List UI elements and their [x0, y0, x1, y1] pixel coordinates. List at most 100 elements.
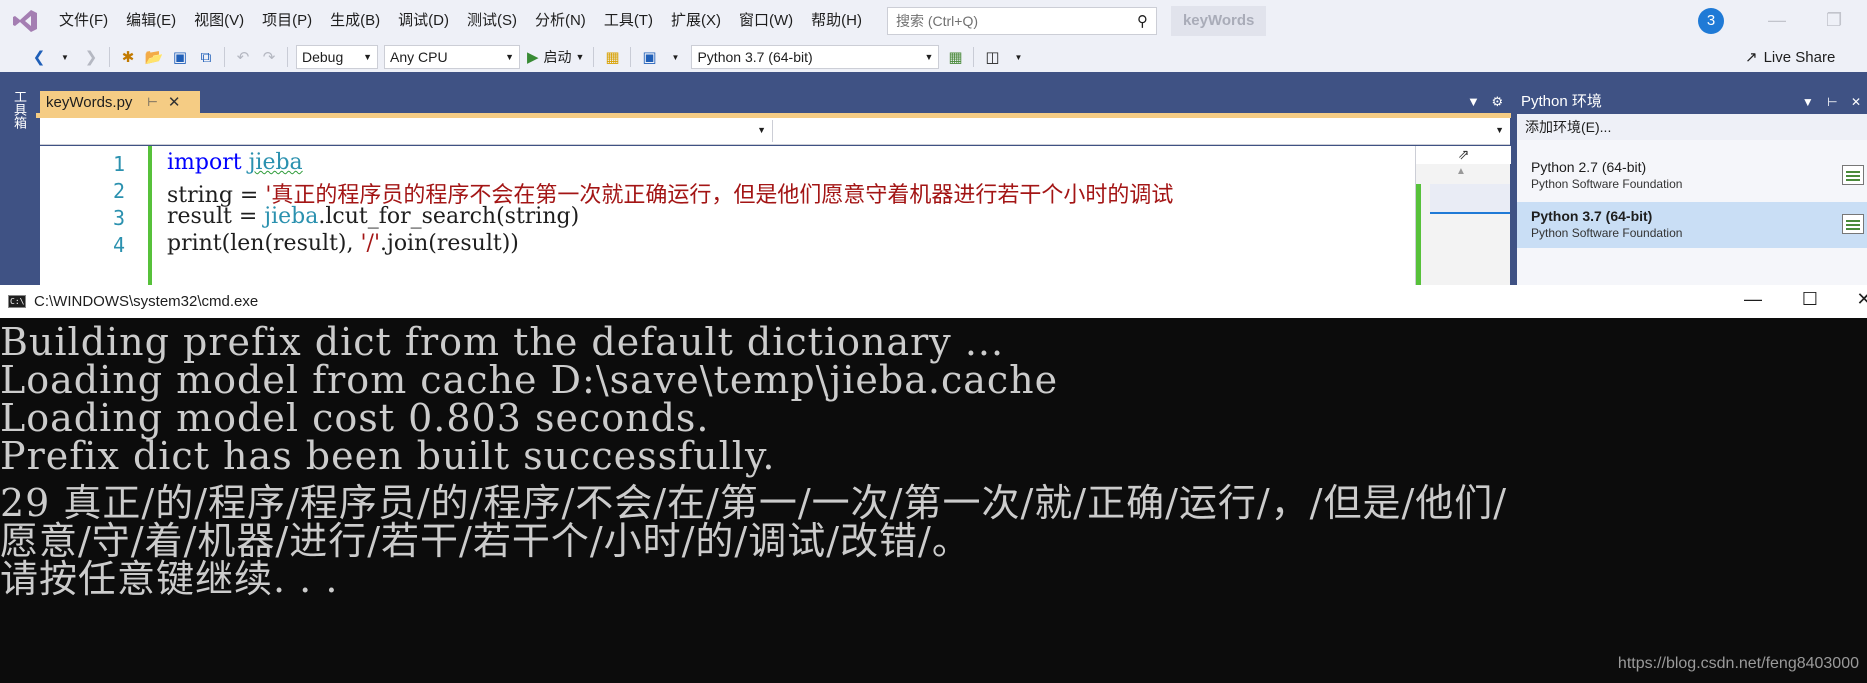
code-text: .lcut_for_search(string): [318, 204, 580, 229]
toolbar-separator: [593, 47, 595, 67]
platform-dropdown[interactable]: Any CPU ▼: [384, 45, 520, 69]
environment-item[interactable]: Python 2.7 (64-bit) Python Software Foun…: [1517, 153, 1867, 199]
vs-minimize-button[interactable]: —: [1768, 10, 1786, 31]
close-icon[interactable]: ✕: [1851, 95, 1861, 109]
menu-edit[interactable]: 编辑(E): [117, 0, 185, 42]
toolbar-separator: [973, 47, 975, 67]
cmd-window: C:\ C:\WINDOWS\system32\cmd.exe — ☐ ✕ Bu…: [0, 285, 1867, 683]
save-all-icon[interactable]: ⧉: [195, 46, 217, 68]
member-dropdown[interactable]: ▼: [775, 120, 1510, 142]
environment-item-selected[interactable]: Python 3.7 (64-bit) Python Software Foun…: [1517, 202, 1867, 248]
watermark-text: https://blog.csdn.net/feng8403000: [1617, 655, 1859, 672]
menu-analyze[interactable]: 分析(N): [526, 0, 595, 42]
chevron-down-icon: ▼: [757, 125, 766, 135]
new-project-icon[interactable]: ✱: [117, 46, 139, 68]
attach-icon[interactable]: ▦: [601, 46, 623, 68]
menu-file[interactable]: 文件(F): [50, 0, 117, 42]
pin-icon[interactable]: ⊢: [147, 95, 157, 109]
tab-label: keyWords.py: [46, 93, 133, 111]
menu-project[interactable]: 项目(P): [253, 0, 321, 42]
python-package-icon[interactable]: ▦: [944, 46, 966, 68]
menu-tools[interactable]: 工具(T): [595, 0, 662, 42]
browser-link-icon[interactable]: ▣: [638, 46, 660, 68]
platform-value: Any CPU: [390, 49, 448, 65]
environment-details-icon[interactable]: [1842, 214, 1864, 234]
cmd-title-bar[interactable]: C:\ C:\WINDOWS\system32\cmd.exe — ☐ ✕: [0, 285, 1867, 318]
menu-view[interactable]: 视图(V): [185, 0, 253, 42]
change-indicator-bar: [1416, 184, 1421, 290]
console-output[interactable]: Building prefix dict from the default di…: [0, 318, 1867, 683]
menu-window[interactable]: 窗口(W): [730, 0, 802, 42]
live-share-button[interactable]: ↗ Live Share: [1745, 48, 1836, 67]
open-folder-icon[interactable]: 📂: [143, 46, 165, 68]
code-editor[interactable]: 1 2 3 4 import jieba string = '真正的程序员的程序…: [40, 146, 1415, 290]
start-button[interactable]: ▶ 启动 ▼: [527, 47, 584, 67]
menu-test[interactable]: 测试(S): [458, 0, 526, 42]
scroll-up-icon[interactable]: ▲: [1456, 166, 1466, 177]
environment-name: Python 3.7 (64-bit): [1531, 208, 1653, 224]
menu-build[interactable]: 生成(B): [321, 0, 389, 42]
pin-icon[interactable]: ⊢: [1827, 95, 1837, 109]
panel-title: Python 环境: [1521, 93, 1602, 110]
forward-icon[interactable]: ❯: [80, 46, 102, 68]
configuration-value: Debug: [302, 49, 344, 65]
python-environment-value: Python 3.7 (64-bit): [697, 49, 813, 65]
dropdown-arrow-icon[interactable]: ▼: [54, 46, 76, 68]
cmd-window-title: C:\WINDOWS\system32\cmd.exe: [34, 293, 259, 310]
menu-extensions[interactable]: 扩展(X): [662, 0, 730, 42]
chevron-down-icon[interactable]: ▼: [1802, 95, 1814, 109]
close-icon[interactable]: ✕: [168, 93, 181, 111]
console-line: 请按任意键继续. . .: [0, 557, 339, 601]
module-name: jieba: [248, 150, 303, 175]
module-name: jieba: [264, 204, 319, 229]
code-line-1: import jieba: [167, 150, 303, 175]
toolbox-tab[interactable]: 工具箱: [10, 90, 29, 129]
menu-debug[interactable]: 调试(D): [389, 0, 458, 42]
cmd-maximize-button[interactable]: ☐: [1790, 289, 1830, 310]
notification-badge[interactable]: 3: [1698, 8, 1724, 34]
search-icon[interactable]: ⚲: [1137, 12, 1148, 30]
back-icon[interactable]: ❮: [28, 46, 50, 68]
split-handle-icon[interactable]: ⇗: [1416, 146, 1511, 164]
dropdown-arrow-icon[interactable]: ▼: [1007, 46, 1029, 68]
chevron-down-icon: ▼: [505, 52, 514, 62]
visual-studio-logo-icon[interactable]: [0, 0, 50, 42]
standard-toolbar: ❮ ▼ ❯ ✱ 📂 ▣ ⧉ ↶ ↷ Debug ▼ Any CPU ▼ ▶ 启动: [0, 42, 1867, 72]
start-label: 启动: [543, 49, 572, 65]
dropdown-arrow-icon[interactable]: ▼: [664, 46, 686, 68]
solution-title: keyWords: [1170, 6, 1267, 36]
share-icon: ↗: [1745, 49, 1758, 66]
code-line-4: print(len(result), '/'.join(result)): [167, 231, 519, 256]
environment-vendor: Python Software Foundation: [1531, 177, 1683, 191]
line-number-gutter: 1 2 3 4: [40, 146, 145, 290]
chevron-down-icon: ▼: [924, 52, 934, 62]
configuration-dropdown[interactable]: Debug ▼: [296, 45, 378, 69]
layout-icon[interactable]: ◫: [981, 46, 1003, 68]
redo-icon[interactable]: ↷: [258, 46, 280, 68]
undo-icon[interactable]: ↶: [232, 46, 254, 68]
menu-help[interactable]: 帮助(H): [802, 0, 871, 42]
scrollbar-map[interactable]: ⇗ ▲: [1415, 146, 1511, 290]
type-dropdown[interactable]: ▼: [40, 120, 773, 142]
chevron-down-icon: ▼: [575, 52, 585, 62]
menu-bar: 文件(F) 编辑(E) 视图(V) 项目(P) 生成(B) 调试(D) 测试(S…: [0, 0, 1867, 42]
play-icon: ▶: [527, 49, 539, 66]
cmd-close-button[interactable]: ✕: [1844, 289, 1867, 310]
search-input[interactable]: [895, 13, 1116, 29]
save-icon[interactable]: ▣: [169, 46, 191, 68]
vs-restore-button[interactable]: ❐: [1826, 10, 1842, 31]
chevron-down-icon[interactable]: ▼: [1467, 94, 1480, 109]
environment-details-icon[interactable]: [1842, 165, 1864, 185]
tab-keywords-py[interactable]: keyWords.py ⊢ ✕: [40, 91, 200, 113]
navigation-bar: ▼ ▼: [40, 118, 1510, 145]
cmd-minimize-button[interactable]: —: [1733, 289, 1773, 310]
toolbar-separator: [287, 47, 288, 67]
python-environment-dropdown[interactable]: Python 3.7 (64-bit) ▼: [691, 45, 940, 69]
panel-title-bar: Python 环境 ▼ ⊢ ✕: [1517, 90, 1867, 114]
live-share-label: Live Share: [1763, 48, 1836, 66]
scroll-thumb[interactable]: [1430, 184, 1510, 214]
add-environment-link[interactable]: 添加环境(E)...: [1517, 114, 1867, 140]
line-number: 2: [112, 179, 125, 203]
gear-icon[interactable]: ⚙: [1492, 94, 1504, 109]
visual-studio-window: 文件(F) 编辑(E) 视图(V) 项目(P) 生成(B) 调试(D) 测试(S…: [0, 0, 1867, 292]
